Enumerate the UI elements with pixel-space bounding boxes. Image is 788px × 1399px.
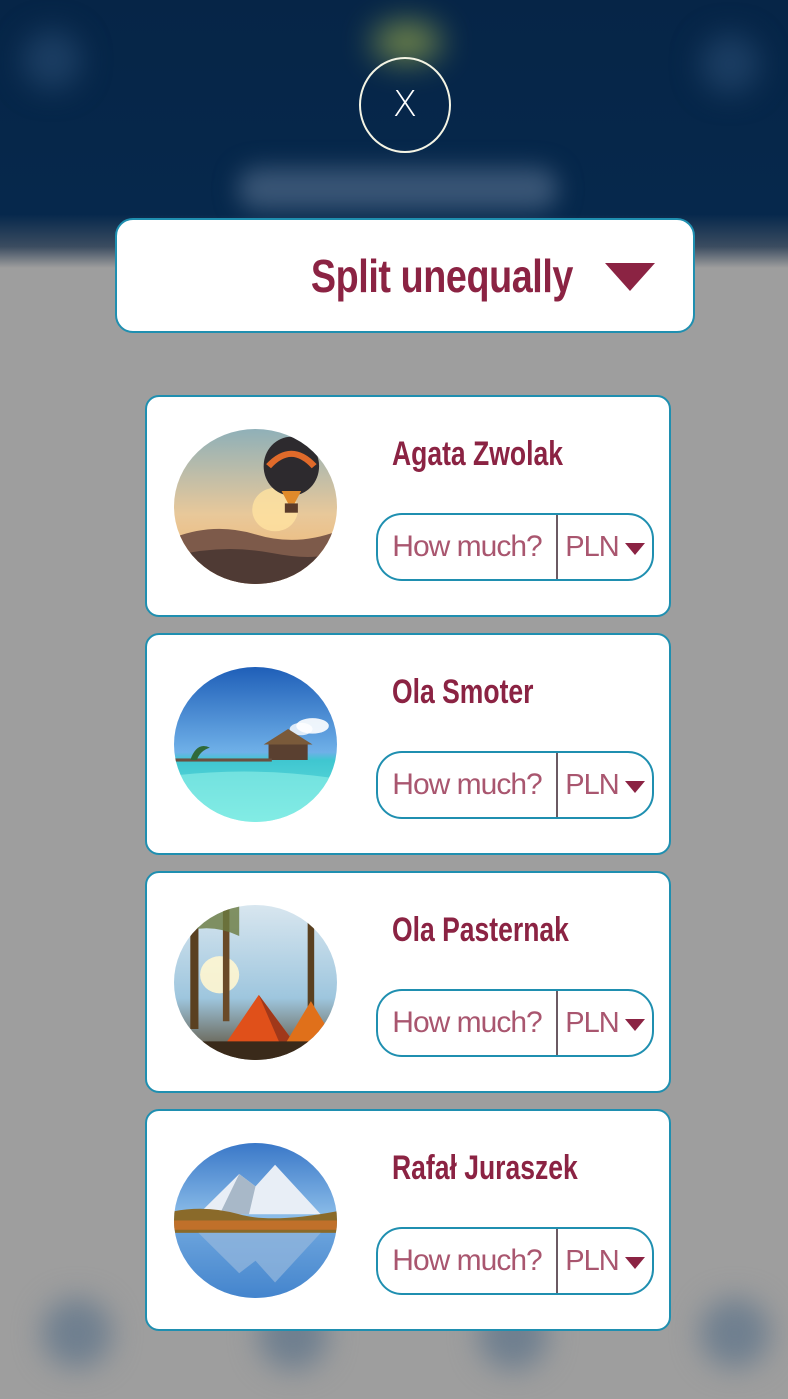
amount-field-group: PLN	[376, 1227, 654, 1295]
participant-card: Ola Smoter PLN	[145, 633, 671, 855]
blurred-profile-icon	[700, 34, 760, 94]
currency-label: PLN	[565, 768, 619, 801]
chevron-down-icon	[605, 263, 655, 291]
currency-dropdown[interactable]: PLN	[556, 753, 652, 817]
participant-name: Ola Smoter	[392, 673, 534, 711]
chevron-down-icon	[624, 542, 645, 555]
avatar	[174, 429, 337, 584]
currency-dropdown[interactable]: PLN	[556, 1229, 652, 1293]
close-glow	[372, 22, 442, 62]
currency-label: PLN	[565, 1006, 619, 1039]
amount-input[interactable]	[378, 753, 556, 817]
blurred-title	[238, 168, 558, 210]
blurred-nav-icon	[42, 1298, 112, 1368]
hot-air-balloon-photo-icon	[174, 429, 337, 584]
chevron-down-icon	[624, 1256, 645, 1269]
participant-card: Rafał Juraszek PLN	[145, 1109, 671, 1331]
participant-card: Ola Pasternak PLN	[145, 871, 671, 1093]
avatar	[174, 1143, 337, 1298]
blurred-menu-icon	[22, 30, 82, 90]
amount-input[interactable]	[378, 1229, 556, 1293]
participant-card: Agata Zwolak PLN	[145, 395, 671, 617]
chevron-down-icon	[624, 1018, 645, 1031]
avatar	[174, 905, 337, 1060]
camping-tents-photo-icon	[174, 905, 337, 1060]
amount-input[interactable]	[378, 991, 556, 1055]
participant-name: Ola Pasternak	[392, 911, 569, 949]
amount-field-group: PLN	[376, 751, 654, 819]
currency-label: PLN	[565, 1244, 619, 1277]
currency-dropdown[interactable]: PLN	[556, 991, 652, 1055]
close-icon: X	[392, 84, 418, 125]
participant-name: Rafał Juraszek	[392, 1149, 578, 1187]
mountain-lake-photo-icon	[174, 1143, 337, 1298]
amount-field-group: PLN	[376, 989, 654, 1057]
split-mode-dropdown[interactable]: Split unequally	[115, 218, 695, 333]
amount-input[interactable]	[378, 515, 556, 579]
avatar	[174, 667, 337, 822]
close-button[interactable]: X	[359, 57, 451, 153]
chevron-down-icon	[624, 780, 645, 793]
currency-label: PLN	[565, 530, 619, 563]
currency-dropdown[interactable]: PLN	[556, 515, 652, 579]
tropical-bungalow-photo-icon	[174, 667, 337, 822]
participant-name: Agata Zwolak	[392, 435, 563, 473]
amount-field-group: PLN	[376, 513, 654, 581]
split-mode-label: Split unequally	[310, 249, 574, 302]
blurred-nav-icon	[700, 1298, 770, 1368]
